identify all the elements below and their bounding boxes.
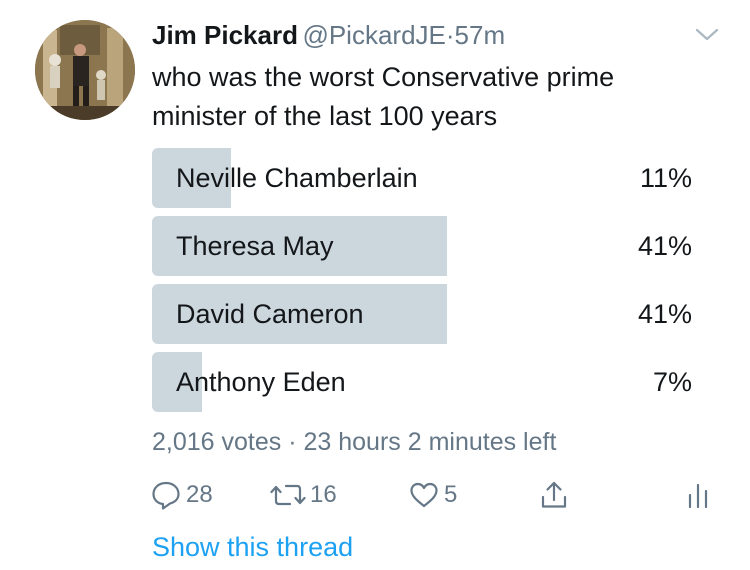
- poll-option-label: Anthony Eden: [176, 367, 346, 397]
- timestamp[interactable]: 57m: [455, 20, 506, 50]
- poll-option-label: Neville Chamberlain: [176, 163, 418, 193]
- poll: Neville Chamberlain 11% Theresa May 41% …: [152, 148, 697, 420]
- poll-option-percent: 7%: [652, 367, 692, 397]
- retweet-count: 16: [310, 481, 337, 508]
- poll-option-percent: 11%: [639, 163, 692, 193]
- author-name[interactable]: Jim Pickard: [152, 20, 298, 50]
- action-bar: 28 16 5: [150, 478, 715, 512]
- show-thread-link[interactable]: Show this thread: [152, 532, 353, 563]
- reply-icon: [152, 481, 180, 510]
- analytics-icon: [688, 483, 708, 509]
- tweet-text: who was the worst Conservative prime min…: [152, 62, 615, 131]
- poll-meta: 2,016 votes · 23 hours 2 minutes left: [152, 428, 557, 456]
- author-handle[interactable]: @PickardJE: [302, 20, 445, 50]
- like-icon: [410, 482, 438, 508]
- poll-option-percent: 41%: [637, 299, 692, 329]
- poll-option: David Cameron 41%: [152, 284, 697, 344]
- poll-option-label: David Cameron: [176, 299, 364, 329]
- avatar[interactable]: [35, 20, 135, 120]
- tweet-header: Jim Pickard @PickardJE·57m: [152, 20, 720, 54]
- retweet-icon: [270, 484, 306, 506]
- poll-option: Theresa May 41%: [152, 216, 697, 276]
- share-icon: [541, 481, 567, 508]
- poll-option-label: Theresa May: [176, 231, 334, 261]
- poll-option: Neville Chamberlain 11%: [152, 148, 697, 208]
- avatar-image: [35, 20, 135, 120]
- like-button[interactable]: 5: [408, 478, 457, 512]
- share-button[interactable]: [538, 478, 570, 512]
- separator-dot: ·: [445, 20, 455, 50]
- poll-option-percent: 41%: [637, 231, 692, 261]
- like-count: 5: [444, 481, 458, 508]
- poll-option: Anthony Eden 7%: [152, 352, 697, 412]
- reply-count: 28: [186, 481, 213, 508]
- chevron-down-icon[interactable]: [694, 26, 720, 44]
- reply-button[interactable]: 28: [150, 478, 213, 512]
- analytics-button[interactable]: [686, 478, 710, 512]
- retweet-button[interactable]: 16: [270, 478, 337, 512]
